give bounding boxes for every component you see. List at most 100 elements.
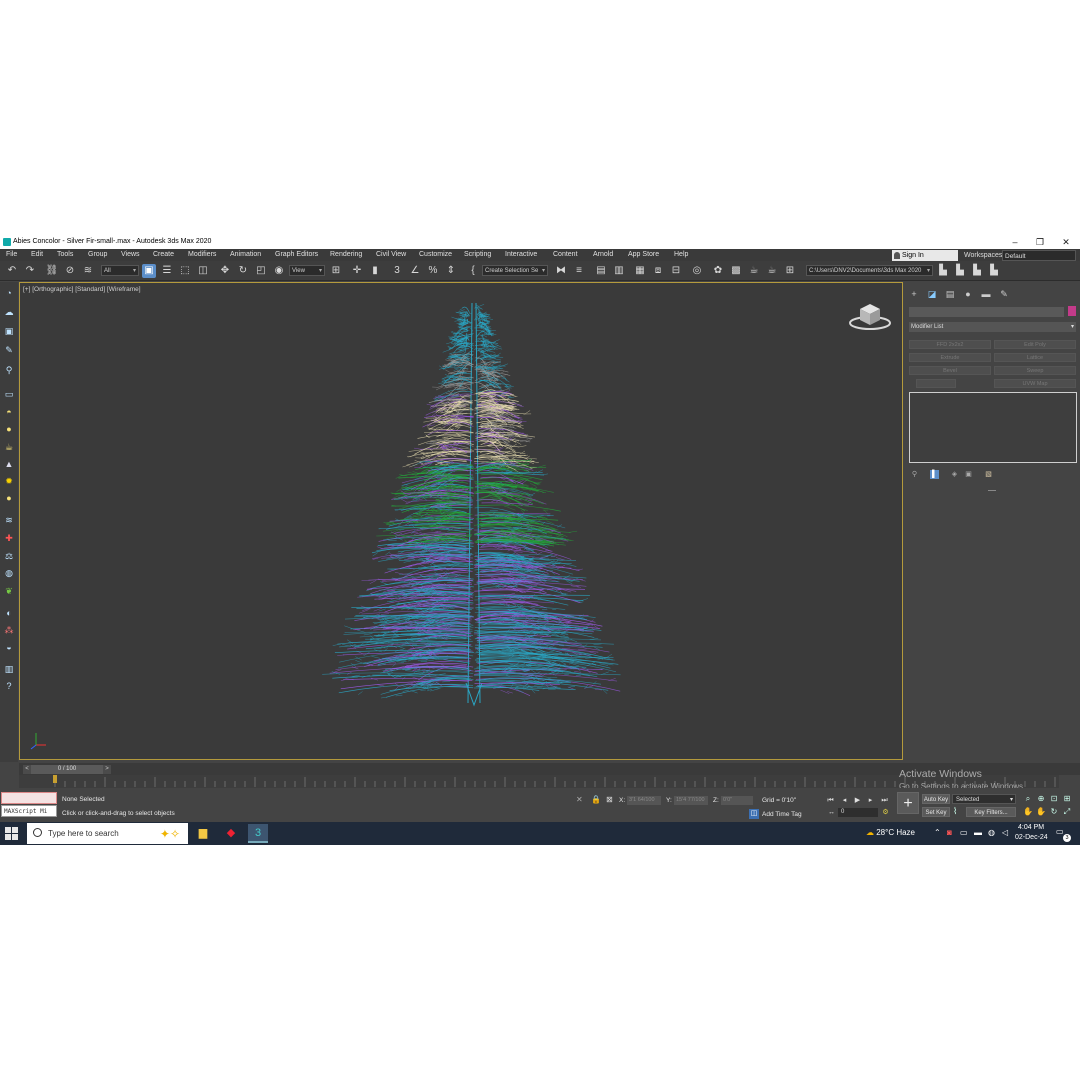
selection-lock-icon[interactable]: 🔒: [591, 795, 601, 804]
select-manipulate-icon[interactable]: ✛: [350, 264, 364, 278]
modify-tab-icon[interactable]: ◪: [926, 288, 938, 300]
system-icon[interactable]: ⚖: [3, 550, 15, 562]
material-editor-icon[interactable]: ◎: [690, 264, 704, 278]
notifications-icon[interactable]: ▭: [1056, 827, 1064, 836]
time-tag-icon[interactable]: ◫: [749, 809, 759, 819]
key-filters-button[interactable]: Key Filters...: [966, 807, 1016, 817]
zoom-all-icon[interactable]: ⊕: [1036, 794, 1046, 804]
object-paint-icon[interactable]: ✎: [3, 344, 15, 356]
layer-explorer-icon[interactable]: ▥: [612, 264, 626, 278]
minimize-button[interactable]: –: [1002, 235, 1028, 249]
schematic-view-icon[interactable]: ⊟: [669, 264, 683, 278]
window-crossing-icon[interactable]: ◫: [196, 264, 210, 278]
empty-modifier-button[interactable]: [916, 379, 956, 388]
menu-civil-view[interactable]: Civil View: [376, 250, 406, 260]
scale-icon[interactable]: ◰: [254, 264, 268, 278]
default-in-out-tangents-icon[interactable]: ⌇: [953, 806, 957, 817]
restore-button[interactable]: ❐: [1027, 235, 1053, 249]
object-name-field[interactable]: [909, 307, 1064, 317]
curve-editor-icon[interactable]: ⧈: [651, 264, 665, 278]
menu-customize[interactable]: Customize: [419, 250, 452, 260]
menu-arnold[interactable]: Arnold: [593, 250, 613, 260]
zoom-icon[interactable]: ⌕: [1023, 794, 1033, 804]
extrude-button[interactable]: Extrude: [909, 353, 991, 362]
menu-help[interactable]: Help: [674, 250, 688, 260]
play-icon[interactable]: ▶: [853, 796, 862, 805]
next-frame-icon[interactable]: ▸: [866, 796, 875, 805]
teapot-icon[interactable]: ☕: [3, 441, 15, 453]
add-time-tag[interactable]: Add Time Tag: [762, 811, 802, 818]
display-tab-icon[interactable]: ▬: [980, 288, 992, 300]
populate-icon[interactable]: ⚲: [3, 364, 15, 376]
zoom-extents-icon[interactable]: ⊡: [1049, 794, 1059, 804]
ffd-2x2x2-button[interactable]: FFD 2x2x2: [909, 340, 991, 349]
perspective-viewport[interactable]: [+] [Orthographic] [Standard] [Wireframe…: [19, 282, 903, 760]
key-mode-select[interactable]: Selected: [952, 794, 1016, 805]
link-icon[interactable]: ⛓: [45, 264, 59, 278]
render-setup-icon[interactable]: ✿: [711, 264, 725, 278]
project-folder-select[interactable]: C:\Users\DNV2\Documents\3ds Max 2020: [806, 265, 933, 277]
menu-app-store[interactable]: App Store: [628, 250, 659, 260]
modifier-list-dropdown[interactable]: Modifier List: [909, 322, 1076, 332]
search-highlight-icon[interactable]: ✦✧: [160, 824, 180, 845]
render-iterative-icon[interactable]: ☕: [765, 264, 779, 278]
show-hidden-icons-icon[interactable]: ⌃: [934, 828, 941, 837]
volume-icon[interactable]: ◁: [1002, 828, 1008, 837]
show-end-result-icon[interactable]: ▌: [930, 470, 939, 479]
maximize-viewport-icon[interactable]: ⤢: [1062, 807, 1072, 817]
render-production-icon[interactable]: ☕: [747, 264, 761, 278]
orbit-view-icon[interactable]: ↻: [1049, 807, 1059, 817]
taskbar-search-box[interactable]: Type here to search ✦✧: [27, 823, 188, 844]
named-selection-set-select[interactable]: Create Selection Se: [482, 265, 548, 277]
selection-icon[interactable]: ▣: [3, 325, 15, 337]
render-in-cloud-icon[interactable]: ⊞: [783, 264, 797, 278]
material-sphere-icon[interactable]: ◐: [3, 607, 15, 619]
bevel-button[interactable]: Bevel: [909, 366, 991, 375]
zoom-extents-all-icon[interactable]: ⊞: [1062, 794, 1072, 804]
freeform-icon[interactable]: ☁: [3, 306, 15, 318]
network-icon[interactable]: ◍: [988, 828, 995, 837]
select-object-icon[interactable]: ▣: [142, 264, 156, 278]
menu-scripting[interactable]: Scripting: [464, 250, 491, 260]
menu-file[interactable]: File: [6, 250, 17, 260]
make-unique-icon[interactable]: ◈: [950, 470, 959, 479]
motion-tab-icon[interactable]: ●: [962, 288, 974, 300]
ribbon-toggle-icon[interactable]: ▦: [633, 264, 647, 278]
battery-icon[interactable]: ▬: [974, 828, 982, 837]
weather-widget[interactable]: ☁ 28°C Haze: [866, 828, 915, 837]
3ds-max-taskbar-icon[interactable]: 3: [248, 824, 268, 843]
sign-in-dropdown[interactable]: Sign In: [892, 250, 958, 261]
spinner-snap-icon[interactable]: ⇕: [444, 264, 458, 278]
menu-group[interactable]: Group: [88, 250, 107, 260]
project-settings-icon[interactable]: ▙: [987, 264, 1001, 278]
file-explorer-icon[interactable]: ▆: [193, 824, 213, 843]
workspaces-select[interactable]: Default: [1002, 250, 1076, 261]
maxscript-output[interactable]: [1, 792, 57, 804]
rendered-frame-icon[interactable]: ▩: [729, 264, 743, 278]
y-coordinate-field[interactable]: 15'4 77/100: [674, 796, 708, 805]
viewcube-icon[interactable]: [848, 299, 892, 333]
edit-poly-button[interactable]: Edit Poly: [994, 340, 1076, 349]
sphere-icon[interactable]: ●: [3, 423, 15, 435]
menu-views[interactable]: Views: [121, 250, 140, 260]
go-to-end-icon[interactable]: ⏭: [880, 796, 889, 805]
configure-modifier-sets-icon[interactable]: ▧: [984, 470, 993, 479]
project-create-icon[interactable]: ▙: [953, 264, 967, 278]
named-selection-icon[interactable]: {: [466, 264, 480, 278]
x-coordinate-field[interactable]: 3'1 64/100: [627, 796, 661, 805]
rotate-icon[interactable]: ↻: [236, 264, 250, 278]
hierarchy-tab-icon[interactable]: ▤: [944, 288, 956, 300]
go-to-start-icon[interactable]: ⏮: [826, 796, 835, 805]
z-coordinate-field[interactable]: 0'0": [721, 796, 753, 805]
redo-icon[interactable]: ↷: [23, 264, 37, 278]
project-save-icon[interactable]: ▙: [970, 264, 984, 278]
close-button[interactable]: ✕: [1053, 235, 1079, 249]
menu-modifiers[interactable]: Modifiers: [188, 250, 216, 260]
menu-rendering[interactable]: Rendering: [330, 250, 362, 260]
set-key-button[interactable]: Set Key: [922, 807, 950, 817]
utilities-tab-icon[interactable]: ✎: [998, 288, 1010, 300]
undo-icon[interactable]: ↶: [5, 264, 19, 278]
percent-snap-icon[interactable]: %: [426, 264, 440, 278]
helper-icon[interactable]: ✚: [3, 532, 15, 544]
selection-filter-select[interactable]: All: [101, 265, 139, 277]
